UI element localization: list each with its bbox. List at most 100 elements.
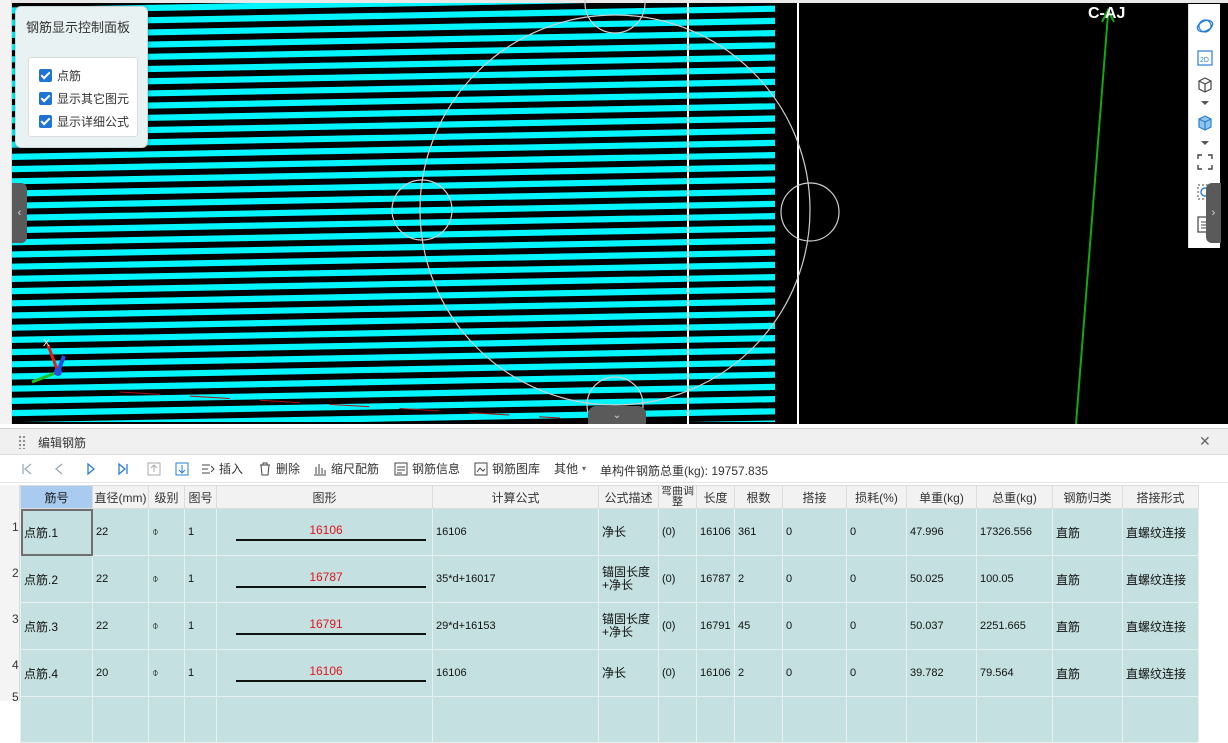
- column-header[interactable]: 搭接形式: [1122, 485, 1199, 509]
- cell-category[interactable]: 直筋: [1052, 508, 1123, 556]
- cell-length[interactable]: 16791: [696, 602, 735, 650]
- cell-empty[interactable]: [976, 696, 1053, 743]
- insert-button[interactable]: 插入: [201, 460, 243, 477]
- column-header[interactable]: 单重(kg): [906, 485, 977, 509]
- column-header[interactable]: 长度: [696, 485, 735, 509]
- other-dropdown[interactable]: 其他 ▾: [554, 460, 586, 477]
- cell-unit-weight[interactable]: 50.025: [906, 555, 977, 603]
- table-row[interactable]: 点筋.3 22 ⌽ 1 16791 29*d+16153 锚固长度+净长 (0) 16791 45…: [20, 602, 1199, 650]
- cell-empty[interactable]: [20, 696, 93, 743]
- column-header[interactable]: 直径(mm): [92, 485, 149, 509]
- cell-lap-type[interactable]: 直螺纹连接: [1122, 649, 1199, 697]
- cell-category[interactable]: 直筋: [1052, 555, 1123, 603]
- cell-shape[interactable]: 16106: [216, 508, 433, 556]
- cell-lap-type[interactable]: 直螺纹连接: [1122, 555, 1199, 603]
- column-header[interactable]: 图形: [216, 485, 433, 509]
- table-row[interactable]: 点筋.1 22 ⌽ 1 16106 16106 净长 (0) 16106 361 0 0 47.996 1…: [20, 508, 1199, 556]
- cell-lap[interactable]: 0: [782, 555, 847, 603]
- cell-name[interactable]: 点筋.2: [20, 555, 93, 603]
- row-number[interactable]: 1: [12, 520, 19, 534]
- cell-diameter[interactable]: 22: [92, 555, 149, 603]
- first-record-icon[interactable]: [20, 462, 34, 476]
- cell-total-weight[interactable]: 79.564: [976, 649, 1053, 697]
- cell-name[interactable]: 点筋.1: [20, 508, 93, 556]
- cell-empty[interactable]: [432, 696, 599, 743]
- fullscreen-icon[interactable]: [1195, 152, 1215, 172]
- solid-cube-icon[interactable]: [1195, 112, 1215, 132]
- cell-grade[interactable]: ⌽: [148, 555, 185, 603]
- cell-grade[interactable]: ⌽: [148, 649, 185, 697]
- drag-handle-icon[interactable]: [18, 435, 26, 449]
- cell-grade[interactable]: ⌽: [148, 508, 185, 556]
- cell-empty[interactable]: [148, 696, 185, 743]
- column-header[interactable]: 筋号: [20, 485, 93, 509]
- cell-empty[interactable]: [658, 696, 697, 743]
- cell-unit-weight[interactable]: 47.996: [906, 508, 977, 556]
- option-show-other-elements[interactable]: 显示其它图元: [39, 87, 137, 110]
- cell-name[interactable]: 点筋.4: [20, 649, 93, 697]
- cell-empty[interactable]: [906, 696, 977, 743]
- cell-shape[interactable]: 16787: [216, 555, 433, 603]
- cell-count[interactable]: 361: [734, 508, 783, 556]
- cell-diameter[interactable]: 22: [92, 508, 149, 556]
- column-header[interactable]: 根数: [734, 485, 783, 509]
- cell-bend[interactable]: (0): [658, 602, 697, 650]
- checkbox-icon[interactable]: [39, 69, 52, 82]
- cell-empty[interactable]: [216, 696, 433, 743]
- cell-shape[interactable]: 16791: [216, 602, 433, 650]
- cell-shape[interactable]: 16106: [216, 649, 433, 697]
- close-icon[interactable]: ✕: [1199, 433, 1211, 450]
- cell-desc[interactable]: 锚固长度+净长: [598, 555, 659, 603]
- cell-loss[interactable]: 0: [846, 555, 907, 603]
- move-down-icon[interactable]: [175, 462, 189, 476]
- row-number[interactable]: 4: [12, 658, 19, 672]
- cell-lap-type[interactable]: 直螺纹连接: [1122, 602, 1199, 650]
- cell-length[interactable]: 16106: [696, 508, 735, 556]
- cell-total-weight[interactable]: 2251.665: [976, 602, 1053, 650]
- rebar-info-button[interactable]: 钢筋信息: [394, 460, 460, 477]
- row-number[interactable]: 5: [12, 690, 19, 704]
- chevron-down-icon[interactable]: [1201, 141, 1209, 145]
- table-row[interactable]: 点筋.4 20 ⌽ 1 16106 16106 净长 (0) 16106 2 0 0 39.782 79.…: [20, 649, 1199, 697]
- cell-count[interactable]: 2: [734, 649, 783, 697]
- column-header[interactable]: 钢筋归类: [1052, 485, 1123, 509]
- cell-empty[interactable]: [846, 696, 907, 743]
- option-show-detailed-formula[interactable]: 显示详细公式: [39, 110, 137, 133]
- cell-empty[interactable]: [598, 696, 659, 743]
- 3d-viewport[interactable]: X C-AJ 钢筋显示控制面板 点筋 显示其它图元 显示详细公式 2D ‹ › …: [0, 0, 1228, 424]
- cell-formula[interactable]: 35*d+16017: [432, 555, 599, 603]
- cell-figure-no[interactable]: 1: [184, 602, 217, 650]
- cell-desc[interactable]: 净长: [598, 508, 659, 556]
- cell-grade[interactable]: ⌽: [148, 602, 185, 650]
- next-record-icon[interactable]: [84, 462, 98, 476]
- scale-rebar-button[interactable]: 缩尺配筋: [313, 460, 379, 477]
- cell-unit-weight[interactable]: 50.037: [906, 602, 977, 650]
- cell-lap[interactable]: 0: [782, 508, 847, 556]
- cell-empty[interactable]: [734, 696, 783, 743]
- cell-name[interactable]: 点筋.3: [20, 602, 93, 650]
- cell-diameter[interactable]: 22: [92, 602, 149, 650]
- cell-empty[interactable]: [184, 696, 217, 743]
- table-row[interactable]: 点筋.2 22 ⌽ 1 16787 35*d+16017 锚固长度+净长 (0) 16787 2 0…: [20, 555, 1199, 603]
- cell-length[interactable]: 16106: [696, 649, 735, 697]
- cell-bend[interactable]: (0): [658, 508, 697, 556]
- previous-record-icon[interactable]: [52, 462, 66, 476]
- column-header[interactable]: 总重(kg): [976, 485, 1053, 509]
- cell-empty[interactable]: [782, 696, 847, 743]
- rebar-library-button[interactable]: 钢筋图库: [474, 460, 540, 477]
- column-header[interactable]: 公式描述: [598, 485, 659, 509]
- view-2d-icon[interactable]: 2D: [1195, 48, 1215, 68]
- cell-count[interactable]: 2: [734, 555, 783, 603]
- cell-unit-weight[interactable]: 39.782: [906, 649, 977, 697]
- cell-category[interactable]: 直筋: [1052, 649, 1123, 697]
- cell-formula[interactable]: 16106: [432, 508, 599, 556]
- column-header[interactable]: 级别: [148, 485, 185, 509]
- view-cube-icon[interactable]: [1195, 74, 1215, 94]
- cell-count[interactable]: 45: [734, 602, 783, 650]
- cell-desc[interactable]: 锚固长度+净长: [598, 602, 659, 650]
- cell-formula[interactable]: 16106: [432, 649, 599, 697]
- table-row-empty[interactable]: [20, 696, 1199, 743]
- cell-empty[interactable]: [1052, 696, 1123, 743]
- column-header[interactable]: 搭接: [782, 485, 847, 509]
- cell-figure-no[interactable]: 1: [184, 508, 217, 556]
